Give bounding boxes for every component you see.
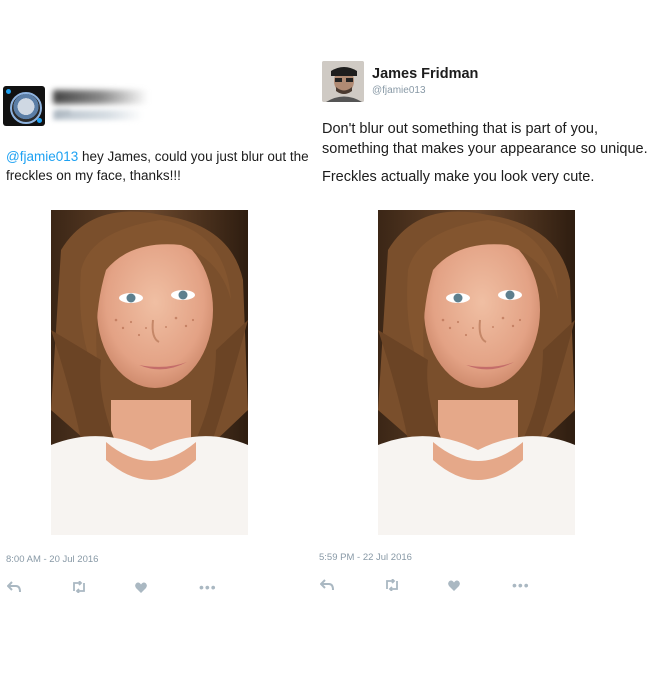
retweet-icon — [386, 579, 398, 591]
more-icon: ••• — [199, 579, 217, 595]
reply-icon — [7, 581, 21, 593]
reply-tweet: James Fridman @fjamie013 Don't blur out … — [319, 0, 660, 675]
original-tweet: @fi @fjamie013 hey James, could you just… — [0, 0, 330, 675]
reply-paragraph: Don't blur out something that is part of… — [322, 121, 648, 157]
retweet-icon — [73, 581, 85, 593]
mention-link[interactable]: @fjamie013 — [6, 149, 78, 164]
tweet-timestamp[interactable]: 5:59 PM - 22 Jul 2016 — [319, 552, 412, 563]
reply-button[interactable] — [7, 578, 71, 596]
edited-photo[interactable] — [378, 210, 575, 535]
more-button[interactable]: ••• — [199, 578, 263, 596]
blurred-handle: @fi — [53, 108, 143, 120]
reply-paragraph: Freckles actually make you look very cut… — [322, 169, 595, 185]
tweet-timestamp[interactable]: 8:00 AM - 20 Jul 2016 — [6, 554, 98, 565]
author-name[interactable]: James Fridman — [372, 66, 478, 82]
avatar-dot — [6, 89, 11, 94]
retweet-button[interactable] — [71, 578, 135, 596]
tweet-actions: ••• — [320, 576, 576, 594]
user-avatar[interactable] — [3, 86, 45, 126]
author-handle[interactable]: @fjamie013 — [372, 85, 426, 96]
blurred-username — [53, 90, 148, 104]
like-button[interactable] — [448, 576, 512, 594]
tweet-text: @fjamie013 hey James, could you just blu… — [6, 147, 326, 185]
reply-text: Don't blur out something that is part of… — [322, 119, 657, 195]
retweet-button[interactable] — [384, 576, 448, 594]
tweet-actions: ••• — [7, 578, 263, 596]
more-button[interactable]: ••• — [512, 576, 576, 594]
like-icon — [448, 580, 460, 591]
reply-button[interactable] — [320, 576, 384, 594]
tweet-photo[interactable] — [51, 210, 248, 535]
avatar-dot — [37, 118, 42, 123]
like-icon — [135, 582, 147, 593]
author-avatar[interactable] — [322, 61, 364, 102]
like-button[interactable] — [135, 578, 199, 596]
handle-fragment: @fi — [55, 108, 71, 119]
more-icon: ••• — [512, 577, 530, 593]
reply-icon — [320, 579, 334, 591]
